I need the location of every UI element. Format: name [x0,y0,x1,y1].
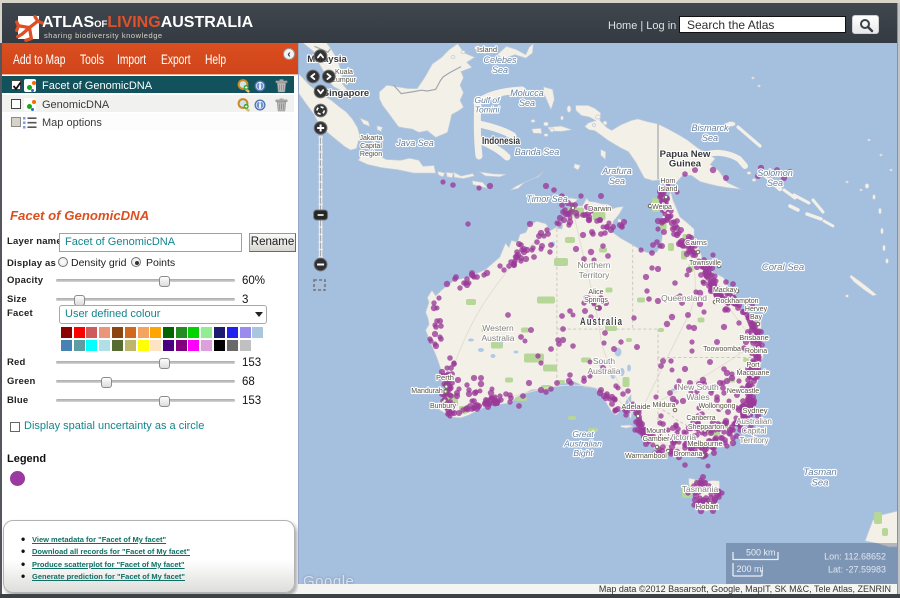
svg-text:Lon: 112.68652: Lon: 112.68652 [824,552,886,562]
svg-text:500 km: 500 km [746,548,776,558]
svg-text:200 mi: 200 mi [737,564,764,574]
svg-text:Lat: -27.59983: Lat: -27.59983 [828,565,886,575]
